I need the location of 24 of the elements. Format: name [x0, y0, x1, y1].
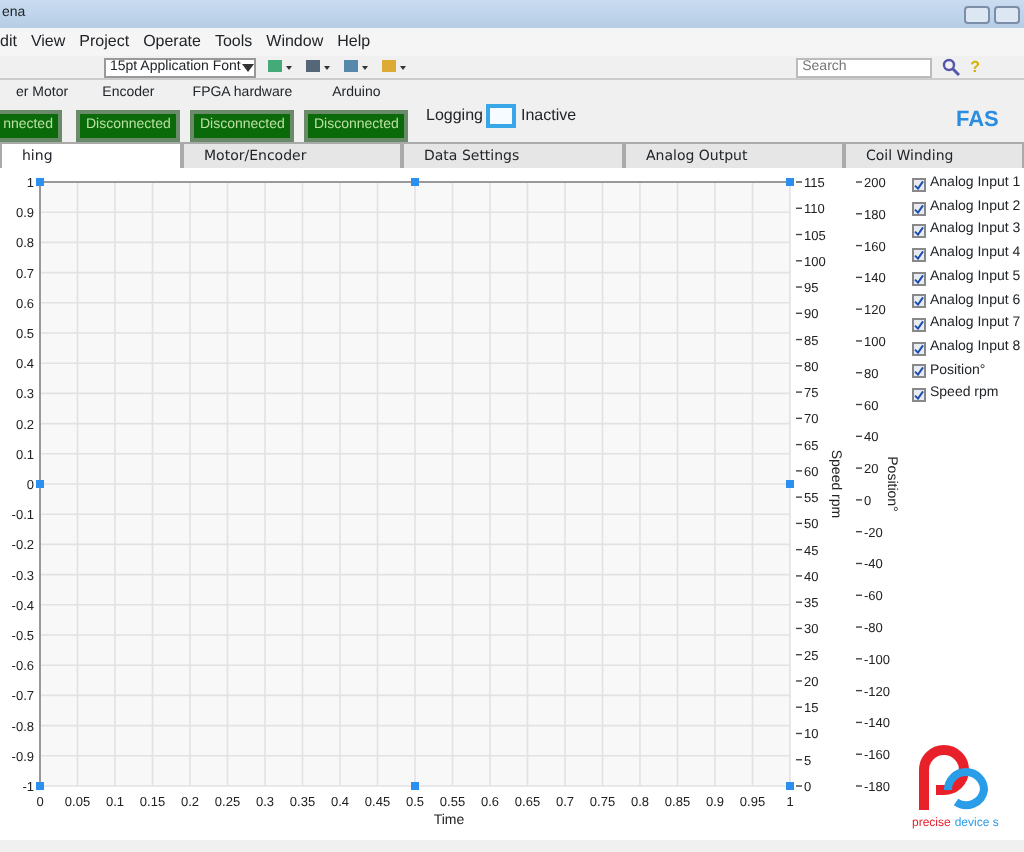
menu-item[interactable]: Tools — [214, 30, 253, 54]
checkbox[interactable] — [912, 317, 926, 332]
logo: FAS — [956, 106, 999, 136]
menu-item[interactable]: Project — [79, 30, 130, 54]
checkbox[interactable] — [912, 294, 926, 309]
checkbox[interactable] — [912, 341, 926, 356]
checkbox[interactable] — [912, 364, 926, 379]
checkbox[interactable] — [912, 177, 926, 192]
caret-icon[interactable] — [242, 63, 254, 71]
menu-item[interactable]: Operate — [143, 30, 201, 54]
checkbox[interactable] — [912, 224, 926, 239]
menu-item[interactable]: dit — [0, 30, 17, 54]
search-icon[interactable] — [942, 58, 961, 76]
checkbox[interactable] — [912, 201, 926, 216]
menu-item[interactable]: View — [30, 30, 66, 54]
logging-label: Logging — [426, 104, 483, 128]
checkbox[interactable] — [912, 247, 926, 262]
maximize-button[interactable] — [994, 5, 1020, 23]
menu-item[interactable]: Window — [266, 30, 324, 54]
checkbox[interactable] — [912, 271, 926, 286]
minimize-button[interactable] — [964, 5, 990, 23]
logging-status: Inactive — [520, 104, 577, 128]
checkbox[interactable] — [912, 388, 926, 403]
menu-item[interactable]: Help — [337, 30, 371, 54]
